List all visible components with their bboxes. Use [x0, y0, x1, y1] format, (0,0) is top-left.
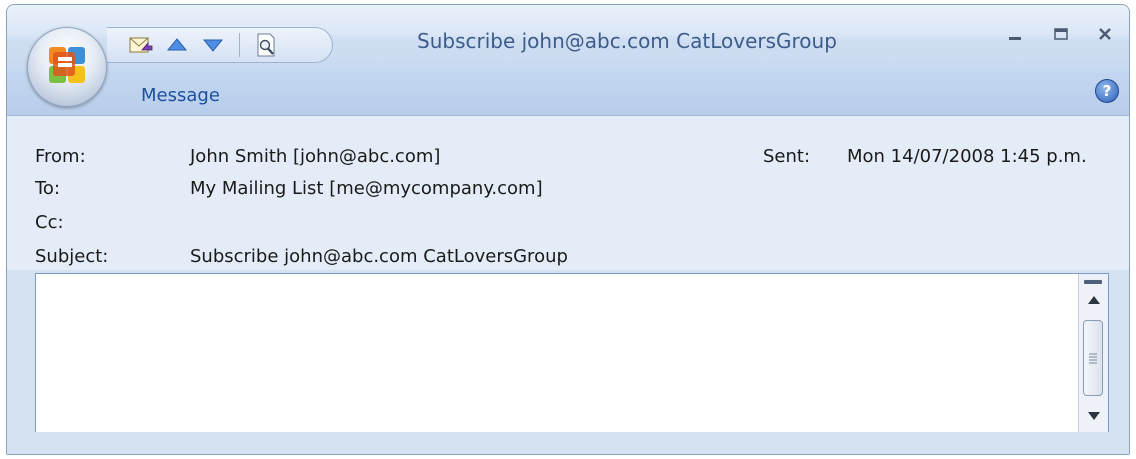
- print-preview-icon[interactable]: [252, 31, 280, 59]
- scroll-down-arrow[interactable]: [1085, 408, 1103, 422]
- close-icon: [1097, 26, 1113, 46]
- vertical-scrollbar[interactable]: [1078, 274, 1108, 434]
- maximize-icon: [1053, 26, 1069, 46]
- previous-item-icon[interactable]: [163, 31, 191, 59]
- reply-icon[interactable]: [127, 31, 155, 59]
- window-title: Subscribe john@abc.com CatLoversGroup: [417, 29, 837, 53]
- maximize-button[interactable]: [1041, 19, 1081, 53]
- sent-value: Mon 14/07/2008 1:45 p.m.: [847, 146, 1087, 167]
- ribbon-bar: Message ?: [7, 69, 1129, 116]
- sent-label: Sent:: [763, 146, 811, 167]
- grip-icon: [1089, 353, 1097, 364]
- office-button[interactable]: [27, 27, 107, 107]
- minimize-button[interactable]: [995, 19, 1035, 53]
- chevron-up-icon: [1087, 290, 1101, 309]
- toolbar-separator: [239, 33, 240, 57]
- close-button[interactable]: [1085, 19, 1125, 53]
- from-value[interactable]: John Smith [john@abc.com]: [190, 146, 440, 167]
- to-label: To:: [35, 178, 61, 199]
- message-header: From: John Smith [john@abc.com] Sent: Mo…: [7, 116, 1129, 270]
- scroll-split-handle[interactable]: [1084, 280, 1102, 284]
- quick-access-toolbar: [107, 27, 333, 63]
- cc-label: Cc:: [35, 212, 64, 233]
- office-logo-icon: [46, 44, 88, 90]
- next-item-icon[interactable]: [199, 31, 227, 59]
- minimize-icon: [1007, 26, 1023, 46]
- title-bar: Subscribe john@abc.com CatLoversGroup: [7, 5, 1129, 69]
- subject-label: Subject:: [35, 246, 109, 267]
- window-bottom-edge: [7, 432, 1129, 454]
- subject-value: Subscribe john@abc.com CatLoversGroup: [190, 246, 568, 267]
- message-body-text: [36, 274, 1108, 286]
- scroll-up-arrow[interactable]: [1085, 292, 1103, 306]
- to-value[interactable]: My Mailing List [me@mycompany.com]: [190, 178, 543, 199]
- chevron-down-icon: [1087, 406, 1101, 425]
- message-body[interactable]: [35, 273, 1109, 435]
- scroll-thumb[interactable]: [1083, 320, 1103, 396]
- tab-message[interactable]: Message: [141, 85, 220, 106]
- help-icon[interactable]: ?: [1095, 79, 1119, 103]
- from-label: From:: [35, 146, 86, 167]
- message-window: Subscribe john@abc.com CatLoversGroup Me…: [6, 4, 1130, 455]
